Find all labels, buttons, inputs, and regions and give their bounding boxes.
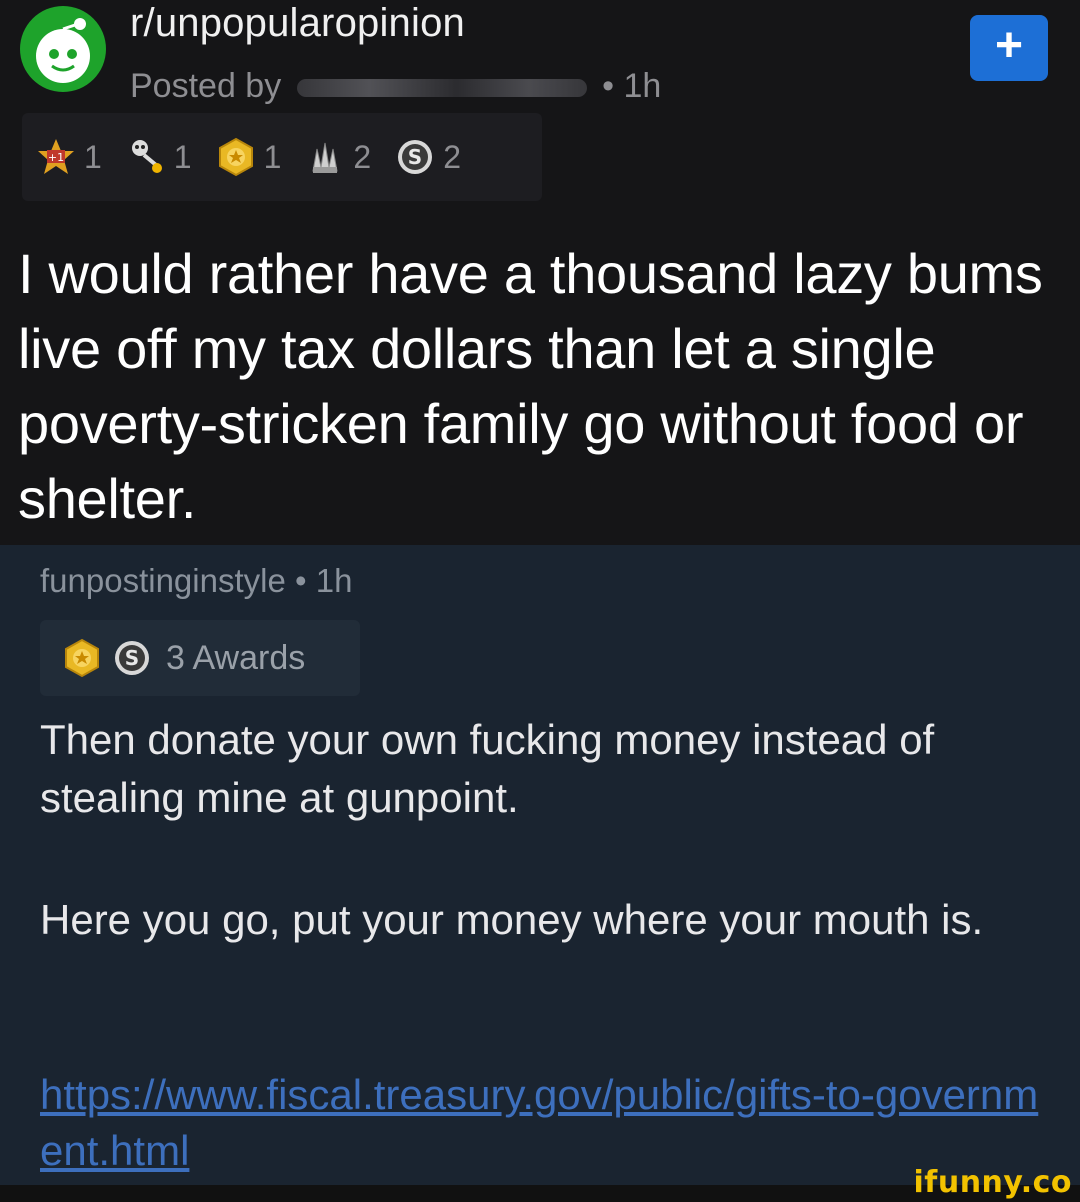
comment-paragraph: Here you go, put your money where your m… — [40, 896, 984, 943]
comment: funpostinginstyle • 1h S 3 Awards Then d… — [0, 545, 1080, 1185]
comment-awards-label: 3 Awards — [166, 638, 306, 677]
award-item: 2 — [305, 137, 371, 177]
award-count: 1 — [263, 138, 282, 175]
join-button[interactable]: + — [970, 15, 1048, 81]
post-age: • 1h — [602, 67, 662, 105]
post-awards[interactable]: +1 1 1 1 2 S 2 — [22, 113, 542, 201]
subreddit-name[interactable]: r/unpopularopinion — [130, 0, 465, 48]
svg-text:+1: +1 — [48, 151, 64, 164]
comment-paragraph: Then donate your own fucking money inste… — [40, 716, 935, 821]
redacted-username — [296, 79, 587, 98]
post: r/unpopularopinion Posted by • 1h + +1 1… — [0, 0, 1080, 545]
award-item: +1 1 — [36, 137, 102, 177]
posted-by-label: Posted by — [130, 67, 282, 105]
wholesome-award-icon — [312, 142, 338, 173]
svg-text:S: S — [408, 145, 422, 169]
comment-link[interactable]: https://www.fiscal.treasury.gov/public/g… — [40, 1067, 1050, 1179]
award-item: 1 — [126, 137, 192, 177]
subreddit-avatar-icon[interactable] — [18, 4, 108, 94]
comment-awards[interactable]: S 3 Awards — [40, 620, 360, 696]
award-count: 1 — [173, 138, 192, 175]
comment-author[interactable]: funpostinginstyle — [40, 562, 286, 599]
plus-one-award-icon: +1 — [38, 139, 74, 174]
gold-award-icon — [218, 137, 253, 177]
comment-meta: funpostinginstyle • 1h — [40, 559, 352, 603]
ifunny-watermark: ifunny.co — [913, 1165, 1072, 1200]
post-meta: Posted by • 1h — [130, 64, 661, 108]
silver-award-icon: S — [398, 140, 433, 174]
post-title[interactable]: I would rather have a thousand lazy bums… — [18, 236, 1068, 536]
silver-award-icon: S — [115, 641, 149, 675]
comment-body: Then donate your own fucking money inste… — [40, 711, 1060, 1013]
comment-age: • 1h — [295, 562, 353, 599]
gold-award-icon — [65, 638, 99, 678]
skeleton-award-icon — [131, 140, 162, 173]
award-count: 2 — [443, 138, 461, 175]
award-item: 1 — [216, 137, 282, 177]
award-count: 1 — [84, 138, 102, 175]
award-count: 2 — [353, 138, 372, 175]
award-item: S 2 — [395, 137, 461, 177]
svg-text:S: S — [125, 646, 139, 670]
